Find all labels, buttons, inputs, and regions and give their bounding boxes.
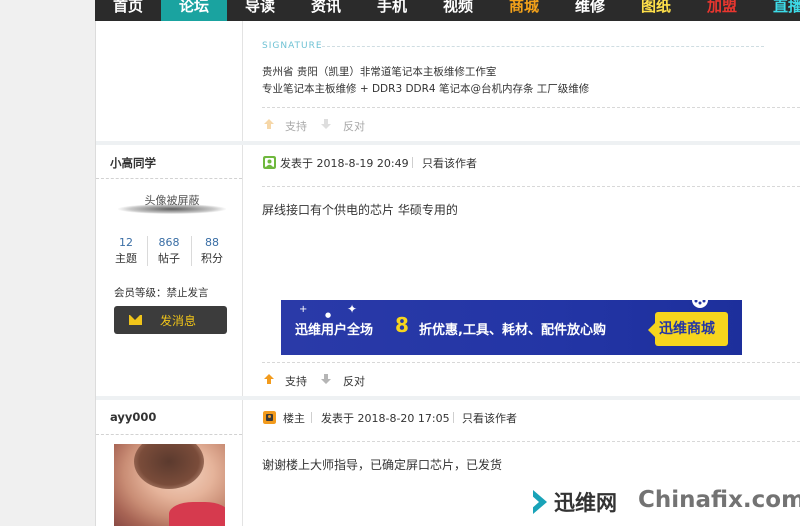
avatar-cloth bbox=[169, 502, 225, 526]
chinafix-watermark: 迅维网 Chinafix.com bbox=[525, 483, 800, 521]
ad-text: 折优惠,工具、耗材、配件放心购 bbox=[419, 323, 606, 338]
nav-item[interactable]: 首页 bbox=[95, 0, 161, 21]
oppose-button[interactable]: 反对 bbox=[343, 118, 365, 134]
online-status-icon bbox=[263, 156, 276, 169]
avatar bbox=[118, 204, 226, 214]
nav-item[interactable]: 维修 bbox=[557, 0, 623, 21]
stat-value: 88 bbox=[205, 236, 219, 249]
nav-item[interactable]: 导读 bbox=[227, 0, 293, 21]
nav-item[interactable]: 手机 bbox=[359, 0, 425, 21]
stat-divider bbox=[147, 236, 148, 266]
sparkle-icon: ● bbox=[325, 311, 332, 319]
nav-item[interactable]: 商城 bbox=[491, 0, 557, 21]
author-only-link[interactable]: 只看该作者 bbox=[422, 155, 477, 171]
divider bbox=[262, 441, 800, 442]
gear-icon bbox=[692, 300, 708, 308]
ad-text: 迅维用户全场 bbox=[295, 323, 374, 338]
envelope-icon bbox=[129, 315, 142, 325]
thread-owner-icon bbox=[263, 411, 276, 424]
username[interactable]: ayy000 bbox=[110, 410, 156, 424]
nav-item[interactable]: 资讯 bbox=[293, 0, 359, 21]
stat-posts[interactable]: 868 帖子 bbox=[149, 236, 189, 268]
arrow-up-icon[interactable] bbox=[263, 118, 275, 130]
nav-item[interactable]: 论坛 bbox=[161, 0, 227, 21]
post-timestamp: 发表于 2018-8-20 17:05 bbox=[321, 412, 450, 425]
post-content: 谢谢楼上大师指导，已确定屏口芯片，已发货 bbox=[262, 458, 503, 472]
post-content: 屏线接口有个供电的芯片 华硕专用的 bbox=[262, 203, 458, 217]
divider bbox=[262, 362, 800, 363]
stat-value: 12 bbox=[119, 236, 133, 249]
send-message-label: 发消息 bbox=[160, 314, 197, 328]
send-message-button[interactable]: 发消息 bbox=[114, 306, 227, 334]
ad-banner[interactable]: + ✦ ● 迅维用户全场 8 折优惠,工具、耗材、配件放心购 迅维商城 bbox=[281, 300, 742, 355]
column-divider bbox=[242, 21, 243, 526]
owner-badge: 楼主 bbox=[283, 412, 305, 425]
stat-points[interactable]: 88 积分 bbox=[192, 236, 232, 268]
arrow-down-icon[interactable] bbox=[320, 118, 332, 130]
nav-item[interactable]: 图纸 bbox=[623, 0, 689, 21]
author-only-link[interactable]: 只看该作者 bbox=[462, 410, 517, 426]
meta-divider bbox=[412, 157, 413, 168]
ad-discount: 8 bbox=[395, 313, 409, 337]
support-button[interactable]: 支持 bbox=[285, 373, 307, 389]
signature-divider bbox=[322, 46, 764, 47]
stat-label: 积分 bbox=[201, 252, 223, 265]
watermark-en: Chinafix.com bbox=[638, 487, 800, 513]
signature-label: SIGNATURE bbox=[262, 41, 323, 51]
nav-item[interactable]: 直播 bbox=[755, 0, 800, 21]
post-separator bbox=[96, 141, 800, 145]
sparkle-icon: ✦ bbox=[347, 302, 358, 316]
sparkle-icon: + bbox=[299, 304, 308, 315]
stat-topics[interactable]: 12 主题 bbox=[106, 236, 146, 268]
meta-divider bbox=[311, 412, 312, 423]
divider bbox=[262, 107, 800, 108]
signature-line-1: 贵州省 贵阳（凯里）非常道笔记本主板维修工作室 bbox=[262, 66, 497, 78]
watermark-cn: 迅维网 bbox=[554, 491, 617, 515]
divider bbox=[262, 186, 800, 187]
divider bbox=[96, 178, 242, 179]
member-level: 会员等级：禁止发言 bbox=[114, 287, 209, 299]
arrow-up-icon[interactable] bbox=[263, 373, 275, 385]
meta-divider bbox=[453, 412, 454, 423]
arrow-down-icon[interactable] bbox=[320, 373, 332, 385]
logo-chevron-inner bbox=[530, 494, 539, 510]
avatar-hair bbox=[134, 444, 204, 489]
oppose-button[interactable]: 反对 bbox=[343, 373, 365, 389]
divider bbox=[96, 434, 242, 435]
avatar[interactable] bbox=[114, 444, 225, 526]
shop-tag-label: 迅维商城 bbox=[659, 321, 715, 337]
signature-line-2: 专业笔记本主板维修 + DDR3 DDR4 笔记本@台机内存条 工厂级维修 bbox=[262, 83, 590, 95]
support-button[interactable]: 支持 bbox=[285, 118, 307, 134]
nav-item[interactable]: 视频 bbox=[425, 0, 491, 21]
post-timestamp: 发表于 2018-8-19 20:49 bbox=[280, 157, 409, 170]
stat-label: 帖子 bbox=[158, 252, 180, 265]
stat-label: 主题 bbox=[115, 252, 137, 265]
stat-value: 868 bbox=[158, 236, 180, 249]
nav-item[interactable]: 加盟 bbox=[689, 0, 755, 21]
username[interactable]: 小高同学 bbox=[110, 155, 156, 171]
top-navigation: 首页 论坛 导读 资讯 手机 视频 商城 维修 图纸 加盟 直播 bbox=[95, 0, 800, 21]
post-separator bbox=[96, 396, 800, 400]
